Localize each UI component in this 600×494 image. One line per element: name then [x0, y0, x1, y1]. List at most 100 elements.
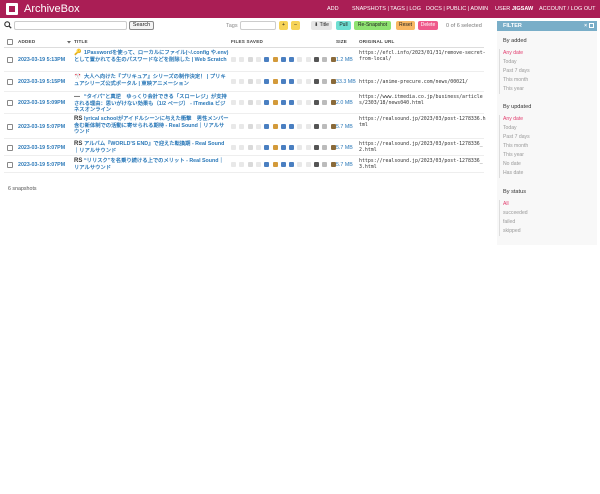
row-date[interactable]: 2023-03-19 5:15PM	[18, 79, 65, 85]
filter-by-status-option[interactable]: skipped	[503, 228, 521, 234]
filter-by-added-option[interactable]: This month	[503, 77, 528, 83]
archive-method-icon[interactable]	[314, 124, 319, 129]
row-size[interactable]: 5.7 MB	[336, 124, 353, 130]
header-url[interactable]: ORIGINAL URL	[359, 39, 395, 44]
row-title-link[interactable]: “タイパ”と真逆 ゆっくり会計できる「スローレジ」が支持される理由：思いがけない…	[74, 94, 229, 114]
archive-method-icon[interactable]	[255, 79, 261, 84]
archive-method-icon[interactable]	[314, 145, 319, 150]
archive-method-icon[interactable]	[297, 124, 303, 129]
archive-method-icon[interactable]	[231, 100, 236, 105]
row-checkbox[interactable]	[7, 124, 13, 130]
archive-method-icon[interactable]	[264, 162, 270, 167]
archive-method-icon[interactable]	[330, 124, 336, 129]
row-date[interactable]: 2023-03-19 5:13PM	[18, 57, 65, 63]
archive-method-icon[interactable]	[297, 79, 303, 84]
archive-method-icon[interactable]	[264, 79, 270, 84]
archive-method-icon[interactable]	[239, 124, 245, 129]
archive-method-icon[interactable]	[231, 57, 236, 62]
archive-method-icon[interactable]	[239, 162, 245, 167]
archive-method-icon[interactable]	[255, 100, 261, 105]
archive-method-icon[interactable]	[264, 124, 270, 129]
pull-button[interactable]: Pull	[336, 21, 351, 30]
row-original-url[interactable]: https://efcl.info/2023/01/31/remove-secr…	[359, 50, 487, 62]
archive-method-icon[interactable]	[231, 145, 236, 150]
archive-method-icon[interactable]	[280, 100, 286, 105]
archive-method-icon[interactable]	[314, 79, 319, 84]
filter-by-updated-option[interactable]: Today	[503, 125, 517, 131]
username[interactable]: JIGSAW	[512, 6, 533, 12]
archive-method-icon[interactable]	[247, 57, 253, 62]
archive-method-icon[interactable]	[239, 100, 245, 105]
row-checkbox[interactable]	[7, 57, 13, 63]
filter-by-updated-option[interactable]: Has date	[503, 170, 523, 176]
filter-by-updated-option[interactable]: This month	[503, 143, 528, 149]
archive-method-icon[interactable]	[231, 124, 236, 129]
archive-method-icon[interactable]	[239, 145, 245, 150]
sort-desc-icon[interactable]	[67, 40, 71, 44]
reset-button[interactable]: Reset	[396, 21, 415, 30]
row-date[interactable]: 2023-03-19 5:07PM	[18, 124, 65, 130]
archive-method-icon[interactable]	[297, 145, 303, 150]
archive-method-icon[interactable]	[322, 124, 328, 129]
filter-by-status-option[interactable]: failed	[503, 219, 515, 225]
archive-method-icon[interactable]	[330, 57, 336, 62]
row-title-link[interactable]: 1Passwordを使って、ローカルにファイル(~/.config や.env)…	[74, 50, 229, 63]
row-title-link[interactable]: 大人へ向けた『プリキュア』シリーズの制作決定！ | プリキュアシリーズ公式ポータ…	[74, 74, 229, 87]
row-original-url[interactable]: https://www.itmedia.co.jp/business/artic…	[359, 94, 487, 106]
archive-method-icon[interactable]	[272, 162, 278, 167]
row-size[interactable]: 33.3 MB	[336, 79, 356, 85]
archivebox-logo-icon[interactable]	[6, 3, 18, 15]
archive-method-icon[interactable]	[305, 100, 311, 105]
archive-method-icon[interactable]	[305, 162, 311, 167]
archive-method-icon[interactable]	[264, 145, 270, 150]
archive-method-icon[interactable]	[330, 145, 336, 150]
header-size[interactable]: SIZE	[336, 39, 347, 44]
archive-method-icon[interactable]	[330, 100, 336, 105]
archive-method-icon[interactable]	[305, 57, 311, 62]
archive-method-icon[interactable]	[330, 79, 336, 84]
row-checkbox[interactable]	[7, 100, 13, 106]
row-original-url[interactable]: https://realsound.jp/2023/03/post-127833…	[359, 141, 487, 153]
select-all-checkbox[interactable]	[7, 39, 13, 45]
filter-by-updated-option[interactable]: This year	[503, 152, 524, 158]
resnapshot-button[interactable]: Re-Snapshot	[354, 21, 391, 30]
filter-by-added-option[interactable]: Today	[503, 59, 517, 65]
archive-method-icon[interactable]	[322, 100, 328, 105]
add-link[interactable]: ADD	[327, 6, 339, 13]
archive-method-icon[interactable]	[305, 145, 311, 150]
filter-by-updated-option[interactable]: Any date	[503, 116, 523, 122]
row-title-link[interactable]: lyrical schoolがアイドルシーンに与えた衝撃 男性メンバー含む新体制…	[74, 116, 229, 136]
archive-method-icon[interactable]	[272, 124, 278, 129]
row-original-url[interactable]: https://realsound.jp/2023/03/post-127833…	[359, 158, 487, 170]
archive-method-icon[interactable]	[247, 124, 253, 129]
filter-by-status-option[interactable]: All	[503, 201, 509, 207]
archive-method-icon[interactable]	[280, 162, 286, 167]
row-title-link[interactable]: “リリスク”を名乗り続ける上でのメリット - Real Sound｜リアルサウン…	[74, 158, 229, 171]
archive-method-icon[interactable]	[272, 79, 278, 84]
archive-method-icon[interactable]	[280, 124, 286, 129]
archive-method-icon[interactable]	[314, 57, 319, 62]
row-checkbox[interactable]	[7, 79, 13, 85]
table-row[interactable]: 2023-03-19 5:09PM — “タイパ”と真逆 ゆっくり会計できる「スロー…	[4, 92, 484, 114]
archive-method-icon[interactable]	[297, 57, 303, 62]
archive-method-icon[interactable]	[247, 162, 253, 167]
docs-links[interactable]: DOCS | PUBLIC | ADMIN	[426, 6, 488, 13]
archive-method-icon[interactable]	[255, 145, 261, 150]
archive-method-icon[interactable]	[231, 162, 236, 167]
archive-method-icon[interactable]	[280, 79, 286, 84]
archive-method-icon[interactable]	[255, 57, 261, 62]
archive-method-icon[interactable]	[314, 162, 319, 167]
row-original-url[interactable]: https://realsound.jp/2023/03/post-127833…	[359, 116, 487, 128]
brand-title[interactable]: ArchiveBox	[24, 2, 80, 16]
row-date[interactable]: 2023-03-19 5:09PM	[18, 100, 65, 106]
filter-by-added-option[interactable]: Past 7 days	[503, 68, 530, 74]
archive-method-icon[interactable]	[289, 79, 295, 84]
table-row[interactable]: 2023-03-19 5:07PM RS アルバム『WORLD’S END』で迎えた…	[4, 139, 484, 156]
archive-method-icon[interactable]	[289, 57, 295, 62]
archive-method-icon[interactable]	[289, 100, 295, 105]
archive-method-icon[interactable]	[247, 100, 253, 105]
archive-method-icon[interactable]	[247, 79, 253, 84]
delete-button[interactable]: Delete	[418, 21, 438, 30]
archive-method-icon[interactable]	[264, 100, 270, 105]
archive-method-icon[interactable]	[289, 124, 295, 129]
